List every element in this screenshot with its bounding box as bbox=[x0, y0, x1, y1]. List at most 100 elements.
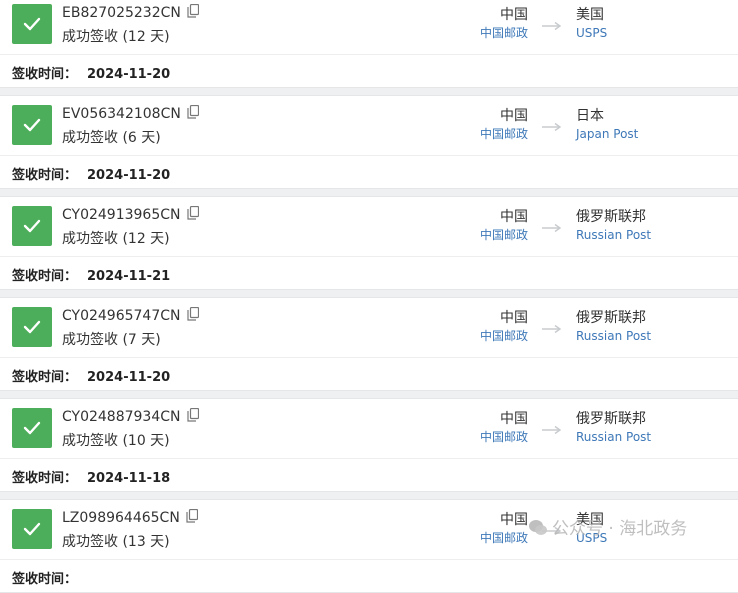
destination-country: 俄罗斯联邦 bbox=[576, 310, 646, 326]
signed-date: 2024-11-20 bbox=[87, 67, 171, 82]
tracking-number-row: EB827025232CN bbox=[62, 3, 199, 22]
tracking-number-row: CY024965747CN bbox=[62, 306, 199, 325]
delivered-status-icon bbox=[12, 105, 52, 145]
destination: 俄罗斯联邦 Russian Post bbox=[576, 208, 651, 244]
tracking-number-row: EV056342108CN bbox=[62, 104, 199, 123]
copy-icon[interactable] bbox=[186, 508, 198, 527]
shipment-summary: CY024913965CN 成功签收 (12 天) 中国 中国邮政 俄罗斯联邦 … bbox=[0, 197, 738, 256]
signed-label: 签收时间： bbox=[12, 269, 78, 284]
copy-icon[interactable] bbox=[187, 104, 199, 123]
origin-country: 中国 bbox=[500, 209, 528, 225]
delivered-status-icon bbox=[12, 509, 52, 549]
tracking-number-row: CY024887934CN bbox=[62, 407, 199, 426]
signed-label: 签收时间： bbox=[12, 572, 78, 587]
destination: 俄罗斯联邦 Russian Post bbox=[576, 410, 651, 446]
divider bbox=[0, 155, 738, 156]
destination-carrier-link[interactable]: Russian Post bbox=[576, 428, 651, 446]
signed-date: 2024-11-20 bbox=[87, 168, 171, 183]
origin-carrier-link[interactable]: 中国邮政 bbox=[440, 428, 528, 446]
tracking-number: LZ098964465CN bbox=[62, 510, 180, 526]
delivery-status: 成功签收 (10 天) bbox=[62, 433, 170, 449]
divider bbox=[0, 458, 738, 459]
signed-row: 签收时间： bbox=[12, 568, 87, 587]
signed-row: 签收时间： 2024-11-20 bbox=[12, 366, 170, 385]
destination-carrier-link[interactable]: USPS bbox=[576, 24, 607, 42]
origin-country: 中国 bbox=[500, 512, 528, 528]
destination: 俄罗斯联邦 Russian Post bbox=[576, 309, 651, 345]
delivered-status-icon bbox=[12, 206, 52, 246]
shipment-card[interactable]: EB827025232CN 成功签收 (12 天) 中国 中国邮政 美国 USP… bbox=[0, 0, 738, 88]
copy-icon[interactable] bbox=[187, 3, 199, 22]
signed-row: 签收时间： 2024-11-20 bbox=[12, 63, 170, 82]
signed-label: 签收时间： bbox=[12, 67, 78, 82]
signed-date: 2024-11-21 bbox=[87, 269, 171, 284]
signed-label: 签收时间： bbox=[12, 370, 78, 385]
arrow-right-icon bbox=[542, 319, 564, 338]
delivered-status-icon bbox=[12, 408, 52, 448]
shipment-summary: CY024887934CN 成功签收 (10 天) 中国 中国邮政 俄罗斯联邦 … bbox=[0, 399, 738, 458]
shipment-card[interactable]: CY024913965CN 成功签收 (12 天) 中国 中国邮政 俄罗斯联邦 … bbox=[0, 196, 738, 290]
watermark: 公众号 · 海北政务 bbox=[528, 514, 687, 542]
arrow-right-icon bbox=[542, 218, 564, 237]
origin: 中国 中国邮政 bbox=[440, 511, 528, 547]
shipment-card[interactable]: EV056342108CN 成功签收 (6 天) 中国 中国邮政 日本 Japa… bbox=[0, 95, 738, 189]
arrow-right-icon bbox=[542, 117, 564, 136]
tracking-number: CY024887934CN bbox=[62, 409, 181, 425]
divider bbox=[0, 357, 738, 358]
destination-country: 俄罗斯联邦 bbox=[576, 209, 646, 225]
shipment-summary: EB827025232CN 成功签收 (12 天) 中国 中国邮政 美国 USP… bbox=[0, 0, 738, 54]
destination-carrier-link[interactable]: Japan Post bbox=[576, 125, 638, 143]
delivery-status: 成功签收 (7 天) bbox=[62, 332, 161, 348]
copy-icon[interactable] bbox=[186, 407, 199, 426]
origin-carrier-link[interactable]: 中国邮政 bbox=[440, 529, 528, 547]
signed-date: 2024-11-18 bbox=[87, 471, 171, 486]
destination-country: 俄罗斯联邦 bbox=[576, 411, 646, 427]
tracking-number: CY024965747CN bbox=[62, 308, 181, 324]
copy-icon[interactable] bbox=[186, 205, 199, 224]
origin-country: 中国 bbox=[500, 108, 528, 124]
signed-row: 签收时间： 2024-11-21 bbox=[12, 265, 170, 284]
copy-icon[interactable] bbox=[186, 306, 199, 325]
signed-label: 签收时间： bbox=[12, 471, 78, 486]
delivery-status: 成功签收 (6 天) bbox=[62, 130, 161, 146]
tracking-number: CY024913965CN bbox=[62, 207, 181, 223]
destination-carrier-link[interactable]: Russian Post bbox=[576, 327, 651, 345]
origin-country: 中国 bbox=[500, 7, 528, 23]
destination: 美国 USPS bbox=[576, 6, 607, 42]
signed-row: 签收时间： 2024-11-18 bbox=[12, 467, 170, 486]
shipment-card[interactable]: CY024965747CN 成功签收 (7 天) 中国 中国邮政 俄罗斯联邦 R… bbox=[0, 297, 738, 391]
destination-carrier-link[interactable]: Russian Post bbox=[576, 226, 651, 244]
origin: 中国 中国邮政 bbox=[440, 6, 528, 42]
tracking-number-row: CY024913965CN bbox=[62, 205, 199, 224]
arrow-right-icon bbox=[542, 420, 564, 439]
shipment-summary: CY024965747CN 成功签收 (7 天) 中国 中国邮政 俄罗斯联邦 R… bbox=[0, 298, 738, 357]
shipment-summary: EV056342108CN 成功签收 (6 天) 中国 中国邮政 日本 Japa… bbox=[0, 96, 738, 155]
destination-country: 日本 bbox=[576, 108, 604, 124]
watermark-text: 公众号 · 海北政务 bbox=[552, 519, 688, 539]
divider bbox=[0, 54, 738, 55]
origin: 中国 中国邮政 bbox=[440, 208, 528, 244]
origin-carrier-link[interactable]: 中国邮政 bbox=[440, 125, 528, 143]
origin: 中国 中国邮政 bbox=[440, 309, 528, 345]
delivered-status-icon bbox=[12, 4, 52, 44]
destination: 日本 Japan Post bbox=[576, 107, 638, 143]
divider bbox=[0, 256, 738, 257]
origin: 中国 中国邮政 bbox=[440, 410, 528, 446]
signed-label: 签收时间： bbox=[12, 168, 78, 183]
origin-country: 中国 bbox=[500, 411, 528, 427]
tracking-number: EB827025232CN bbox=[62, 5, 181, 21]
origin-country: 中国 bbox=[500, 310, 528, 326]
tracking-number: EV056342108CN bbox=[62, 106, 181, 122]
destination-country: 美国 bbox=[576, 7, 604, 23]
delivery-status: 成功签收 (13 天) bbox=[62, 534, 170, 550]
signed-row: 签收时间： 2024-11-20 bbox=[12, 164, 170, 183]
shipment-card[interactable]: CY024887934CN 成功签收 (10 天) 中国 中国邮政 俄罗斯联邦 … bbox=[0, 398, 738, 492]
divider bbox=[0, 559, 738, 560]
delivery-status: 成功签收 (12 天) bbox=[62, 29, 170, 45]
arrow-right-icon bbox=[542, 16, 564, 35]
delivered-status-icon bbox=[12, 307, 52, 347]
origin-carrier-link[interactable]: 中国邮政 bbox=[440, 24, 528, 42]
origin-carrier-link[interactable]: 中国邮政 bbox=[440, 327, 528, 345]
origin-carrier-link[interactable]: 中国邮政 bbox=[440, 226, 528, 244]
wechat-icon bbox=[528, 519, 548, 542]
